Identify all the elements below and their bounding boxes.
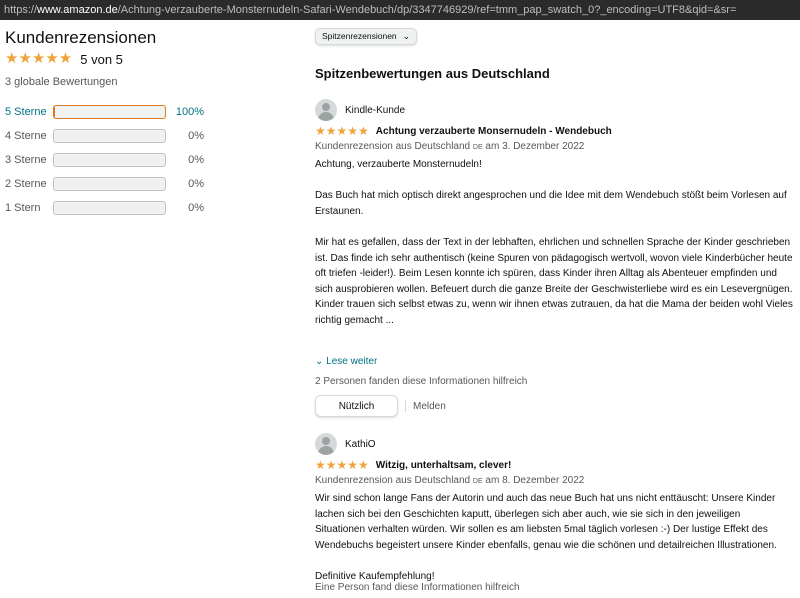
review-body: Achtung, verzauberte Monsternudeln! Das …	[315, 157, 793, 329]
histogram-bar	[53, 105, 166, 119]
review-title: Witzig, unterhaltsam, clever!	[375, 459, 512, 471]
histogram-bar	[53, 129, 166, 143]
reviewer-name: KathiO	[345, 438, 376, 450]
reviews-heading: Kundenrezensionen	[5, 28, 157, 47]
avatar	[315, 99, 337, 121]
country-flag: DE	[472, 144, 483, 151]
review-paragraph: Das Buch hat mich optisch direkt angespr…	[315, 190, 787, 217]
review-meta: Kundenrezension aus Deutschland DE am 8.…	[315, 474, 793, 488]
avatar	[315, 433, 337, 455]
divider	[405, 400, 406, 412]
review-actions: Nützlich Melden	[315, 395, 446, 417]
chevron-down-icon: ⌄	[402, 30, 411, 41]
histogram-bar	[53, 177, 166, 191]
histogram-percent: 0%	[188, 178, 204, 190]
histogram-percent: 0%	[188, 154, 204, 166]
sort-dropdown[interactable]: Spitzenrezensionen ⌄	[315, 27, 418, 45]
histogram-row-5-stars[interactable]: 5 Sterne 100%	[5, 100, 220, 124]
average-rating-text: 5 von 5	[80, 51, 123, 67]
helpful-button[interactable]: Nützlich	[315, 395, 398, 417]
average-stars-icon: ★★★★★	[5, 50, 73, 67]
review-stars-icon: ★★★★★	[315, 458, 369, 472]
histogram-row-1-star: 1 Stern 0%	[5, 196, 220, 220]
helpful-count: Eine Person fand diese Informationen hil…	[315, 582, 520, 593]
review-title-row[interactable]: ★★★★★ Witzig, unterhaltsam, clever!	[315, 457, 793, 473]
histogram-percent: 0%	[188, 202, 204, 214]
reviewer-profile[interactable]: KathiO	[315, 433, 793, 455]
histogram-bar	[53, 201, 166, 215]
helpful-count: 2 Personen fanden diese Informationen hi…	[315, 376, 528, 387]
url-path: /Achtung-verzauberte-Monsternudeln-Safar…	[117, 4, 737, 16]
histogram-label: 4 Sterne	[5, 130, 47, 142]
report-link[interactable]: Melden	[413, 401, 446, 412]
review-stars-icon: ★★★★★	[315, 124, 369, 138]
section-title: Spitzenbewertungen aus Deutschland	[315, 65, 550, 81]
histogram-label: 2 Sterne	[5, 178, 47, 190]
reviews-column: Spitzenrezensionen ⌄ Spitzenbewertungen …	[315, 26, 795, 593]
read-more-label: Lese weiter	[326, 356, 378, 367]
review-meta-origin: Kundenrezension aus Deutschland	[315, 141, 471, 152]
reviewer-name: Kindle-Kunde	[345, 104, 406, 116]
total-ratings: 3 globale Bewertungen	[5, 76, 118, 88]
histogram-percent: 100%	[175, 106, 204, 118]
review-meta-date: am 8. Dezember 2022	[485, 475, 585, 486]
url-prefix: https://	[4, 4, 38, 16]
url-host: www.amazon.de	[37, 4, 118, 16]
average-rating[interactable]: ★★★★★ 5 von 5	[5, 50, 220, 68]
histogram-row-3-stars: 3 Sterne 0%	[5, 148, 220, 172]
histogram-label: 5 Sterne	[5, 106, 47, 118]
rating-summary: Kundenrezensionen ★★★★★ 5 von 5 3 global…	[5, 28, 220, 220]
chevron-down-icon: ⌄	[315, 356, 324, 367]
histogram-label: 3 Sterne	[5, 154, 47, 166]
review-paragraph: Wir sind schon lange Fans der Autorin un…	[315, 493, 777, 551]
review-meta-date: am 3. Dezember 2022	[485, 141, 585, 152]
review-paragraph: Achtung, verzauberte Monsternudeln!	[315, 159, 482, 170]
review-title-row[interactable]: ★★★★★ Achtung verzauberte Monsernudeln -…	[315, 123, 793, 139]
review-title: Achtung verzauberte Monsernudeln - Wende…	[375, 125, 612, 137]
review-body: Wir sind schon lange Fans der Autorin un…	[315, 491, 793, 585]
review-2: KathiO ★★★★★ Witzig, unterhaltsam, cleve…	[315, 433, 793, 585]
reviewer-profile[interactable]: Kindle-Kunde	[315, 99, 793, 121]
review-meta-origin: Kundenrezension aus Deutschland	[315, 475, 471, 486]
histogram-bar	[53, 153, 166, 167]
country-flag: DE	[472, 478, 483, 485]
address-bar[interactable]: https://www.amazon.de/Achtung-verzaubert…	[0, 0, 800, 20]
read-more-link[interactable]: ⌄ Lese weiter	[315, 356, 377, 367]
review-paragraph: Mir hat es gefallen, dass der Text in de…	[315, 236, 793, 326]
histogram-percent: 0%	[188, 130, 204, 142]
histogram-label: 1 Stern	[5, 202, 41, 214]
sort-dropdown-value: Spitzenrezensionen	[322, 31, 397, 41]
review-meta: Kundenrezension aus Deutschland DE am 3.…	[315, 140, 793, 154]
review-1: Kindle-Kunde ★★★★★ Achtung verzauberte M…	[315, 99, 793, 329]
histogram-row-2-stars: 2 Sterne 0%	[5, 172, 220, 196]
histogram-fill	[54, 106, 55, 118]
histogram-row-4-stars: 4 Sterne 0%	[5, 124, 220, 148]
rating-histogram: 5 Sterne 100% 4 Sterne 0% 3 Sterne 0% 2 …	[5, 100, 220, 220]
